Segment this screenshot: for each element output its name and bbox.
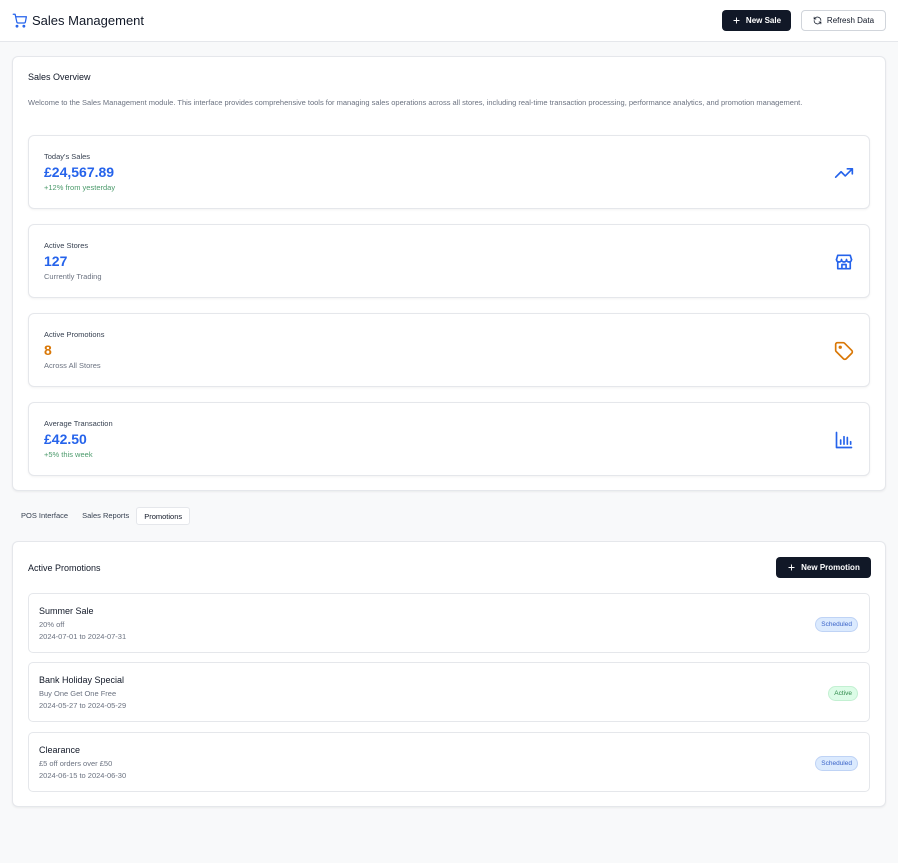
store-icon [835,254,853,270]
stat-card-active-promotions: Active Promotions 8 Across All Stores [28,313,870,387]
stat-card-average-transaction: Average Transaction £42.50 +5% this week [28,402,870,476]
stat-subtext: Across All Stores [44,361,101,370]
stat-subtext: +12% from yesterday [44,183,116,192]
trending-up-icon [834,168,854,178]
sales-overview-title: Sales Overview [28,72,91,82]
refresh-icon [813,16,822,25]
tag-icon [834,341,854,361]
stat-card-active-stores: Active Stores 127 Currently Trading [28,224,870,298]
stat-label: Active Promotions [44,330,105,339]
tab-promotions[interactable]: Promotions [136,507,191,525]
stat-value: 8 [44,342,52,358]
new-promotion-label: New Promotion [801,563,860,572]
stat-label: Active Stores [44,241,89,250]
promotion-description: £5 off orders over £50 [39,759,113,768]
refresh-data-button[interactable]: Refresh Data [801,10,886,31]
promotion-description: 20% off [39,620,65,629]
stat-label: Average Transaction [44,419,113,428]
active-promotions-title: Active Promotions [28,563,101,573]
stat-label: Today's Sales [44,152,91,161]
promotion-item[interactable]: Bank Holiday Special Buy One Get One Fre… [28,662,870,722]
tab-sales-reports[interactable]: Sales Reports [75,507,136,525]
status-badge: Active [828,686,858,701]
status-badge: Scheduled [815,756,858,771]
stat-subtext: Currently Trading [44,272,102,281]
promotion-name: Summer Sale [39,606,94,616]
page-title: Sales Management [32,13,145,28]
tab-pos-interface[interactable]: POS Interface [14,507,75,525]
promotion-name: Bank Holiday Special [39,675,125,685]
promotion-item[interactable]: Clearance £5 off orders over £50 2024-06… [28,732,870,792]
status-badge: Scheduled [815,617,858,632]
shopping-cart-icon [12,13,27,28]
promotion-dates: 2024-05-27 to 2024-05-29 [39,701,127,710]
promotion-item[interactable]: Summer Sale 20% off 2024-07-01 to 2024-0… [28,593,870,653]
stat-card-todays-sales: Today's Sales £24,567.89 +12% from yeste… [28,135,870,209]
plus-icon [733,17,740,24]
new-sale-label: New Sale [745,16,782,25]
plus-icon [788,564,795,571]
promotion-dates: 2024-07-01 to 2024-07-31 [39,632,127,641]
new-promotion-button[interactable]: New Promotion [776,557,871,578]
promotion-name: Clearance [39,745,81,755]
bar-chart-icon [835,431,853,449]
sales-overview-card: Sales Overview Welcome to the Sales Mana… [12,56,886,491]
promotion-description: Buy One Get One Free [39,689,117,698]
active-promotions-card: Active Promotions New Promotion Summer S… [12,541,886,807]
promotion-dates: 2024-06-15 to 2024-06-30 [39,771,127,780]
stat-value: £24,567.89 [44,164,115,180]
new-sale-button[interactable]: New Sale [722,10,791,31]
section-tabs: POS Interface Sales Reports Promotions [14,507,191,525]
sales-overview-intro: Welcome to the Sales Management module. … [28,98,803,107]
stat-subtext: +5% this week [44,450,93,459]
stat-value: £42.50 [44,431,87,447]
stat-value: 127 [44,253,68,269]
app-header: Sales Management New Sale Refresh Data [0,0,898,42]
refresh-data-label: Refresh Data [826,16,875,25]
